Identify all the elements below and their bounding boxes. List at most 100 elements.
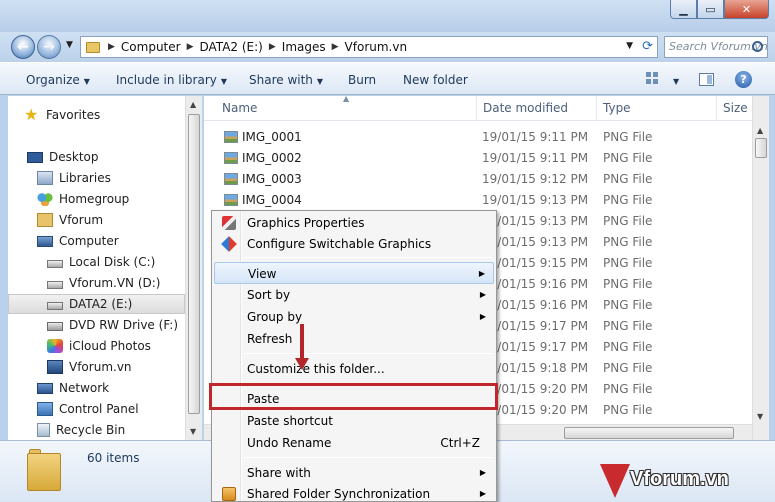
file-date: 19/01/15 9:13 PM	[482, 235, 589, 249]
forward-button[interactable]: →	[37, 35, 61, 59]
sidebar-item-libraries[interactable]: Libraries	[37, 168, 202, 188]
search-icon[interactable]	[752, 41, 763, 52]
navigation-bar: ← → ▼ ▶ Computer ▶ DATA2 (E:) ▶ Images ▶…	[0, 32, 775, 62]
view-options-button[interactable]: ▼	[669, 73, 679, 87]
menu-item-shortcut: Ctrl+Z	[440, 436, 480, 450]
menu-item-group-by[interactable]: Group by ▶	[214, 306, 494, 328]
scroll-down-icon[interactable]: ▼	[190, 427, 196, 436]
menu-item-sort-by[interactable]: Sort by ▶	[214, 284, 494, 306]
chevron-down-icon: ▼	[66, 40, 73, 50]
disk-icon	[47, 281, 63, 289]
breadcrumb-separator-icon[interactable]: ▶	[187, 42, 194, 52]
sidebar-item-vforum-d[interactable]: Vforum.VN (D:)	[47, 273, 202, 293]
refresh-icon[interactable]: ⟳	[642, 39, 653, 54]
include-label: Include in library	[116, 73, 217, 87]
menu-item-paste-shortcut[interactable]: Paste shortcut	[214, 410, 494, 432]
sidebar-item-desktop[interactable]: Desktop	[27, 147, 202, 167]
column-separator[interactable]	[476, 96, 477, 121]
window-titlebar: ▁ ▭ ✕	[0, 0, 775, 32]
include-in-library-button[interactable]: Include in library ▼	[116, 73, 227, 87]
recent-pages-button[interactable]: ▼	[66, 40, 73, 50]
column-type[interactable]: Type	[603, 101, 631, 115]
chevron-down-icon: ▼	[316, 77, 324, 86]
sidebar-item-network[interactable]: Network	[37, 378, 202, 398]
back-arrow-icon: ←	[17, 39, 29, 55]
file-type: PNG File	[603, 382, 653, 396]
scroll-up-icon[interactable]: ▲	[757, 126, 763, 135]
column-separator[interactable]	[716, 96, 717, 121]
sidebar-item-icloud-photos[interactable]: iCloud Photos	[47, 336, 202, 356]
sidebar-item-homegroup[interactable]: Homegroup	[37, 189, 202, 209]
table-row[interactable]: IMG_0003 19/01/15 9:12 PM PNG File	[204, 169, 752, 190]
menu-item-refresh[interactable]: Refresh	[214, 328, 494, 350]
sidebar-item-vforum-vn[interactable]: Vforum.vn	[47, 357, 202, 377]
column-separator[interactable]	[596, 96, 597, 121]
hscrollbar-thumb[interactable]	[564, 427, 734, 439]
file-type: PNG File	[603, 277, 653, 291]
breadcrumb-separator-icon[interactable]: ▶	[269, 42, 276, 52]
file-name: IMG_0003	[242, 172, 302, 186]
chevron-down-icon: ▼	[83, 77, 90, 86]
organize-button[interactable]: Organize ▼	[26, 73, 90, 87]
column-size[interactable]: Size	[723, 101, 748, 115]
breadcrumb-separator-icon[interactable]: ▶	[108, 42, 115, 52]
sidebar-item-label: Local Disk (C:)	[69, 255, 156, 269]
help-icon[interactable]: ?	[735, 71, 752, 88]
menu-item-undo-rename[interactable]: Undo Rename Ctrl+Z	[214, 432, 494, 454]
menu-item-graphics-properties[interactable]: Graphics Properties	[214, 212, 494, 234]
preview-pane-icon[interactable]	[699, 73, 714, 86]
scroll-up-icon[interactable]: ▲	[190, 100, 196, 109]
file-date: 19/01/15 9:15 PM	[482, 256, 589, 270]
sidebar-item-recycle-bin[interactable]: Recycle Bin	[37, 420, 202, 440]
sidebar-item-favorites[interactable]: ★ Favorites	[24, 105, 200, 125]
scrollbar-thumb[interactable]	[188, 114, 200, 414]
address-bar[interactable]: ▶ Computer ▶ DATA2 (E:) ▶ Images ▶ Vforu…	[80, 36, 658, 58]
menu-item-label: View	[248, 267, 277, 281]
file-list-scrollbar[interactable]: ▲ ▼	[752, 96, 769, 440]
command-bar: Organize ▼ Include in library ▼ Share with…	[0, 62, 775, 95]
dvd-icon	[47, 322, 63, 331]
navigation-pane: ★ Favorites Desktop Libraries Homegroup V…	[8, 96, 202, 440]
column-name[interactable]: Name	[222, 101, 257, 115]
back-button[interactable]: ←	[11, 35, 35, 59]
file-type: PNG File	[603, 298, 653, 312]
menu-separator	[244, 457, 492, 458]
scrollbar-thumb[interactable]	[755, 138, 767, 158]
sidebar-item-control-panel[interactable]: Control Panel	[37, 399, 202, 419]
minimize-button[interactable]: ▁	[670, 0, 697, 19]
menu-item-shared-folder-sync[interactable]: Shared Folder Synchronization ▶	[214, 483, 494, 501]
disk-icon	[47, 302, 63, 310]
breadcrumb-images[interactable]: Images	[282, 40, 326, 54]
navigation-scrollbar[interactable]: ▲ ▼	[185, 96, 202, 440]
sidebar-item-computer[interactable]: Computer	[37, 231, 202, 251]
table-row[interactable]: IMG_0002 19/01/15 9:11 PM PNG File	[204, 148, 752, 169]
table-row[interactable]: IMG_0001 19/01/15 9:11 PM PNG File	[204, 127, 752, 148]
change-view-icon[interactable]	[646, 72, 662, 86]
sidebar-item-dvd-f[interactable]: DVD RW Drive (F:)	[47, 315, 202, 335]
breadcrumb-data2[interactable]: DATA2 (E:)	[200, 40, 263, 54]
column-date-modified[interactable]: Date modified	[483, 101, 568, 115]
sidebar-item-label: Computer	[59, 234, 119, 248]
sidebar-item-local-disk-c[interactable]: Local Disk (C:)	[47, 252, 202, 272]
sidebar-item-vforum[interactable]: Vforum	[37, 210, 202, 230]
sidebar-item-label: Network	[59, 381, 110, 395]
file-date: 19/01/15 9:17 PM	[482, 319, 589, 333]
sidebar-item-data2-e[interactable]: DATA2 (E:)	[8, 294, 185, 314]
breadcrumb-computer[interactable]: Computer	[121, 40, 181, 54]
address-dropdown-icon[interactable]: ▼	[626, 41, 633, 51]
close-button[interactable]: ✕	[724, 0, 769, 19]
menu-item-switchable-graphics[interactable]: Configure Switchable Graphics	[214, 233, 494, 255]
chevron-down-icon: ▼	[220, 77, 228, 86]
menu-item-customize[interactable]: Customize this folder...	[214, 358, 494, 380]
burn-button[interactable]: Burn	[348, 73, 376, 87]
share-with-button[interactable]: Share with ▼	[249, 73, 323, 87]
maximize-button[interactable]: ▭	[697, 0, 724, 19]
menu-item-view[interactable]: View ▶	[214, 262, 494, 284]
breadcrumb-vforum[interactable]: Vforum.vn	[345, 40, 408, 54]
breadcrumb-separator-icon[interactable]: ▶	[332, 42, 339, 52]
menu-item-share-with[interactable]: Share with ▶	[214, 462, 494, 484]
new-folder-button[interactable]: New folder	[403, 73, 468, 87]
computer-icon	[37, 235, 53, 247]
scroll-down-icon[interactable]: ▼	[757, 412, 763, 421]
table-row[interactable]: IMG_0004 19/01/15 9:13 PM PNG File	[204, 190, 752, 211]
